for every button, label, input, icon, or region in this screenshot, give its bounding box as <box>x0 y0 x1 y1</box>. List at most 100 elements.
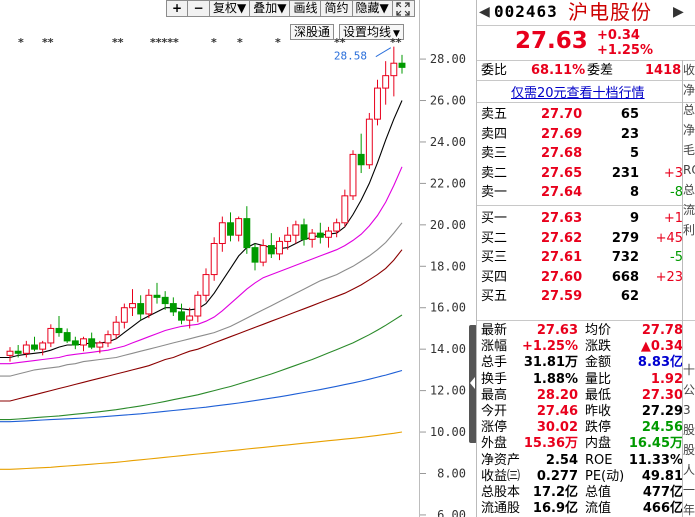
quote-panel: ◀ 002463 沪电股份 ▶ 27.63 +0.34 +1.25% 委比 68… <box>476 0 695 517</box>
side-info-text: 年 <box>683 503 695 517</box>
zoom-in-button[interactable]: + <box>166 0 188 17</box>
stat-value: 11.33% <box>628 452 683 468</box>
stat-value: 8.83亿 <box>637 355 683 371</box>
level-label: 卖五 <box>481 107 508 122</box>
stat-label: 量比 <box>585 371 612 387</box>
price-change: +0.34 <box>597 28 640 43</box>
stat-value: 27.29 <box>641 404 683 419</box>
draw-line-button[interactable]: 画线 <box>290 0 322 17</box>
stat-value: 28.20 <box>536 387 578 403</box>
divider <box>477 102 695 103</box>
stat-value: 1.92 <box>650 371 683 387</box>
stat-label: 净资产 <box>481 452 521 468</box>
order-ratio-value: 68.11% <box>531 63 586 78</box>
candle-body <box>137 303 145 315</box>
side-info-text: 净 <box>683 83 695 97</box>
candle-body <box>161 296 169 305</box>
side-info-text <box>683 340 695 360</box>
stat-value: 27.63 <box>536 323 578 338</box>
stat-label: 最低 <box>585 387 612 403</box>
ask-row: 卖一 27.64 8 -8 <box>477 183 687 202</box>
signal-stars: * <box>18 36 24 49</box>
order-diff-label: 委差 <box>587 63 614 78</box>
order-ratio-label: 委比 <box>481 63 508 78</box>
stat-label: 跌停 <box>585 420 612 436</box>
stat-value: 24.56 <box>641 420 683 436</box>
candle-body <box>390 62 398 77</box>
ask-row: 卖五 27.70 65 <box>477 105 687 124</box>
stat-label: 总值 <box>585 485 612 500</box>
y-tick-label: 18.00 <box>430 259 466 273</box>
side-info-text: RO <box>683 163 695 177</box>
kline-chart-area[interactable]: 28.00 26.00 24.00 22.00 20.00 18.00 16.00 14.00… <box>0 0 477 517</box>
stat-value: 16.45万 <box>628 436 683 452</box>
side-info-strip: 收净总净毛RO总流利十公3股股人一年 <box>682 60 695 517</box>
candle-body <box>153 294 161 298</box>
deep-connect-button[interactable]: 深股通 <box>290 24 335 40</box>
level-price: 27.59 <box>541 289 583 305</box>
candle-body <box>365 118 373 166</box>
candle-body <box>374 87 381 120</box>
level-change: +23 <box>655 269 683 285</box>
signal-stars: * <box>275 36 281 49</box>
level-label: 卖四 <box>481 126 508 142</box>
candle-body <box>325 230 332 238</box>
stats-row: 总手 31.81万 金额 8.83亿 <box>477 354 687 371</box>
ma-settings-label: 设置均线 <box>343 25 392 39</box>
expand-icon[interactable] <box>392 0 415 17</box>
level-change: +1 <box>663 211 683 226</box>
simple-mode-button[interactable]: 简约 <box>321 0 353 17</box>
side-info-text: 净 <box>683 123 695 137</box>
hide-button[interactable]: 隐藏▼ <box>352 0 393 17</box>
candle-body <box>341 195 349 224</box>
signal-stars: ***** <box>150 36 179 49</box>
side-info-text: 收 <box>683 63 695 77</box>
kline-chart[interactable]: 28.00 26.00 24.00 22.00 20.00 18.00 16.00 14.00… <box>0 0 471 517</box>
level-label: 卖一 <box>481 185 508 201</box>
candle-body <box>349 153 357 197</box>
signal-stars: * <box>211 36 217 49</box>
stats-row: 总股本 17.2亿 总值 477亿 <box>477 484 687 501</box>
next-stock-icon[interactable]: ▶ <box>673 0 684 24</box>
level-change: +45 <box>655 230 683 246</box>
y-tick-label: 14.00 <box>430 342 466 356</box>
candle-body <box>120 307 128 323</box>
stat-label: 涨跌 <box>585 339 612 355</box>
level-price: 27.65 <box>541 165 583 181</box>
candle-body <box>31 344 38 350</box>
stat-value: 27.30 <box>641 387 683 403</box>
divider <box>477 205 695 206</box>
ask-row: 卖三 27.68 5 <box>477 144 687 163</box>
level-volume: 231 <box>611 165 639 181</box>
y-tick-label: 22.00 <box>430 176 466 190</box>
stat-label: 均价 <box>585 323 612 338</box>
stat-value: 27.78 <box>641 323 683 338</box>
level-label: 卖三 <box>481 146 508 162</box>
stat-label: 涨幅 <box>481 339 508 355</box>
candle-body <box>398 62 406 68</box>
adjust-price-button[interactable]: 复权▼ <box>210 0 251 17</box>
stats-row: 流通股 16.9亿 流值 466亿 <box>477 500 687 517</box>
candle-body <box>96 342 104 348</box>
signal-stars: * <box>237 36 243 49</box>
y-tick-label: 24.00 <box>430 135 466 149</box>
candle-body <box>129 303 136 309</box>
side-info-text: 总 <box>683 103 695 117</box>
signal-stars: ** <box>112 36 124 49</box>
candle-body <box>39 342 47 350</box>
depth-upgrade-link[interactable]: 仅需20元查看十档行情 <box>511 82 645 101</box>
stats-row: 涨停 30.02 跌停 24.56 <box>477 419 687 436</box>
candle-body <box>218 222 226 244</box>
overlay-button[interactable]: 叠加▼ <box>250 0 291 17</box>
prev-stock-icon[interactable]: ◀ <box>479 0 490 24</box>
side-info-text <box>683 280 695 300</box>
level-label: 买二 <box>481 230 508 246</box>
stat-label: 换手 <box>481 371 508 387</box>
zoom-out-button[interactable]: − <box>188 0 210 17</box>
side-info-text: 流 <box>683 203 695 217</box>
ma-line-6 <box>0 431 403 470</box>
level-price: 27.60 <box>541 269 583 285</box>
stat-value: 2.54 <box>545 452 578 468</box>
candle-body <box>145 294 153 315</box>
level-price: 27.61 <box>541 250 583 266</box>
